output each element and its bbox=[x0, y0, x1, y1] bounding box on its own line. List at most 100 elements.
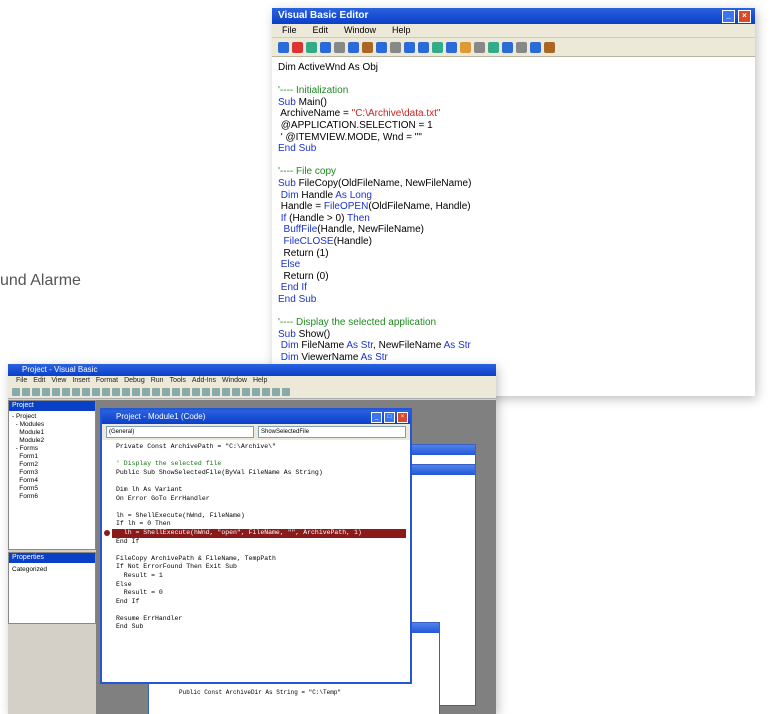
ide-toolbar-button-icon[interactable] bbox=[102, 388, 110, 396]
code-token: '---- File copy bbox=[278, 166, 337, 178]
ide-toolbar-button-icon[interactable] bbox=[262, 388, 270, 396]
tree-item[interactable]: - Project bbox=[12, 413, 92, 421]
code-line: End Sub bbox=[278, 143, 749, 155]
toolbar-button-icon[interactable] bbox=[362, 41, 373, 53]
toolbar-button-icon[interactable] bbox=[432, 41, 443, 53]
ide-menu-item[interactable]: File bbox=[16, 376, 27, 386]
toolbar-button-icon[interactable] bbox=[376, 41, 387, 53]
toolbar-button-icon[interactable] bbox=[544, 41, 555, 53]
menu-item[interactable]: Edit bbox=[313, 24, 329, 37]
toolbar-button-icon[interactable] bbox=[404, 41, 415, 53]
tree-item[interactable]: - Forms bbox=[12, 445, 92, 453]
tree-item[interactable]: Form1 bbox=[12, 453, 92, 461]
toolbar-button-icon[interactable] bbox=[502, 41, 513, 53]
project-tree[interactable]: - Project - Modules Module1 Module2 - Fo… bbox=[9, 411, 95, 503]
ide-toolbar-button-icon[interactable] bbox=[182, 388, 190, 396]
ide-toolbar-button-icon[interactable] bbox=[52, 388, 60, 396]
ide-toolbar-button-icon[interactable] bbox=[232, 388, 240, 396]
ide-toolbar-button-icon[interactable] bbox=[162, 388, 170, 396]
code-token: Sub bbox=[278, 177, 296, 189]
ide-toolbar-button-icon[interactable] bbox=[202, 388, 210, 396]
toolbar-button-icon[interactable] bbox=[474, 41, 485, 53]
toolbar-button-icon[interactable] bbox=[418, 41, 429, 53]
ide-menu-item[interactable]: Help bbox=[253, 376, 267, 386]
properties-pane-title: Properties bbox=[9, 553, 95, 563]
tree-item[interactable]: Form6 bbox=[12, 493, 92, 501]
ide-toolbar-button-icon[interactable] bbox=[282, 388, 290, 396]
ide-toolbar-button-icon[interactable] bbox=[112, 388, 120, 396]
close-icon[interactable]: × bbox=[397, 412, 408, 423]
ide-window: Project - Visual Basic File Edit View Inser… bbox=[8, 364, 496, 714]
ide-toolbar-button-icon[interactable] bbox=[62, 388, 70, 396]
menu-item[interactable]: Help bbox=[392, 24, 411, 37]
toolbar-button-icon[interactable] bbox=[306, 41, 317, 53]
ide-menu-item[interactable]: View bbox=[51, 376, 66, 386]
ide-toolbar-button-icon[interactable] bbox=[32, 388, 40, 396]
tree-item[interactable]: Module2 bbox=[12, 437, 92, 445]
ide-menu-item[interactable]: Format bbox=[96, 376, 118, 386]
ide-toolbar-button-icon[interactable] bbox=[172, 388, 180, 396]
menu-item[interactable]: File bbox=[282, 24, 297, 37]
toolbar-button-icon[interactable] bbox=[334, 41, 345, 53]
procedure-combo[interactable]: ShowSelectedFile bbox=[258, 426, 406, 438]
tree-item[interactable]: Form2 bbox=[12, 461, 92, 469]
toolbar bbox=[272, 38, 755, 57]
module-window-title-bar: Project - Module1 (Code) _ □ × bbox=[102, 410, 410, 424]
ide-menu-item[interactable]: Insert bbox=[72, 376, 90, 386]
tree-item[interactable]: Module1 bbox=[12, 429, 92, 437]
properties-tab[interactable]: Categorized bbox=[9, 563, 95, 576]
ide-toolbar-button-icon[interactable] bbox=[222, 388, 230, 396]
ide-title: Project - Visual Basic bbox=[22, 365, 98, 374]
maximize-icon[interactable]: □ bbox=[384, 412, 395, 423]
ide-toolbar-button-icon[interactable] bbox=[212, 388, 220, 396]
ide-toolbar-button-icon[interactable] bbox=[92, 388, 100, 396]
toolbar-button-icon[interactable] bbox=[390, 41, 401, 53]
toolbar-button-icon[interactable] bbox=[320, 41, 331, 53]
ide-menu-item[interactable]: Debug bbox=[124, 376, 145, 386]
ide-toolbar-button-icon[interactable] bbox=[152, 388, 160, 396]
ide-toolbar-button-icon[interactable] bbox=[22, 388, 30, 396]
code-area[interactable]: Dim ActiveWnd As Obj '---- Initializatio… bbox=[272, 57, 755, 396]
code-token: As Str bbox=[360, 351, 388, 363]
tree-item[interactable]: Form5 bbox=[12, 485, 92, 493]
toolbar-button-icon[interactable] bbox=[292, 41, 303, 53]
ide-toolbar-button-icon[interactable] bbox=[12, 388, 20, 396]
ide-toolbar-button-icon[interactable] bbox=[272, 388, 280, 396]
ide-toolbar-button-icon[interactable] bbox=[242, 388, 250, 396]
ide-menu-item[interactable]: Run bbox=[151, 376, 164, 386]
ide-toolbar-button-icon[interactable] bbox=[42, 388, 50, 396]
breakpoint-icon[interactable] bbox=[104, 530, 110, 537]
minimize-icon[interactable]: _ bbox=[722, 10, 735, 23]
minimize-icon[interactable]: _ bbox=[371, 412, 382, 423]
ide-toolbar-button-icon[interactable] bbox=[252, 388, 260, 396]
ide-toolbar-button-icon[interactable] bbox=[192, 388, 200, 396]
menu-item[interactable]: Window bbox=[344, 24, 376, 37]
object-combo[interactable]: (General) bbox=[106, 426, 254, 438]
toolbar-button-icon[interactable] bbox=[348, 41, 359, 53]
ide-toolbar-button-icon[interactable] bbox=[142, 388, 150, 396]
ide-toolbar-button-icon[interactable] bbox=[82, 388, 90, 396]
toolbar-button-icon[interactable] bbox=[278, 41, 289, 53]
tree-item[interactable]: - Modules bbox=[12, 421, 92, 429]
toolbar-button-icon[interactable] bbox=[460, 41, 471, 53]
ide-toolbar-button-icon[interactable] bbox=[72, 388, 80, 396]
toolbar-button-icon[interactable] bbox=[488, 41, 499, 53]
ide-menu-item[interactable]: Tools bbox=[170, 376, 186, 386]
tree-item[interactable]: Form3 bbox=[12, 469, 92, 477]
tree-item[interactable]: Form4 bbox=[12, 477, 92, 485]
close-icon[interactable]: × bbox=[738, 10, 751, 23]
module-code-area[interactable]: Private Const ArchivePath = "C:\Archive\… bbox=[102, 440, 410, 632]
ide-menu-item[interactable]: Add-Ins bbox=[192, 376, 216, 386]
code-line: ' @ITEMVIEW.MODE, Wnd = "" bbox=[278, 132, 749, 144]
code-token: "C:\Archive\data.txt" bbox=[351, 108, 441, 120]
toolbar-button-icon[interactable] bbox=[446, 41, 457, 53]
ide-menu-item[interactable]: Edit bbox=[33, 376, 45, 386]
toolbar-button-icon[interactable] bbox=[530, 41, 541, 53]
ide-toolbar-button-icon[interactable] bbox=[122, 388, 130, 396]
code-token: '---- Initialization bbox=[278, 85, 349, 97]
code-line: End Sub bbox=[278, 294, 749, 306]
ide-menu-item[interactable]: Window bbox=[222, 376, 247, 386]
ide-toolbar-button-icon[interactable] bbox=[132, 388, 140, 396]
toolbar-button-icon[interactable] bbox=[516, 41, 527, 53]
